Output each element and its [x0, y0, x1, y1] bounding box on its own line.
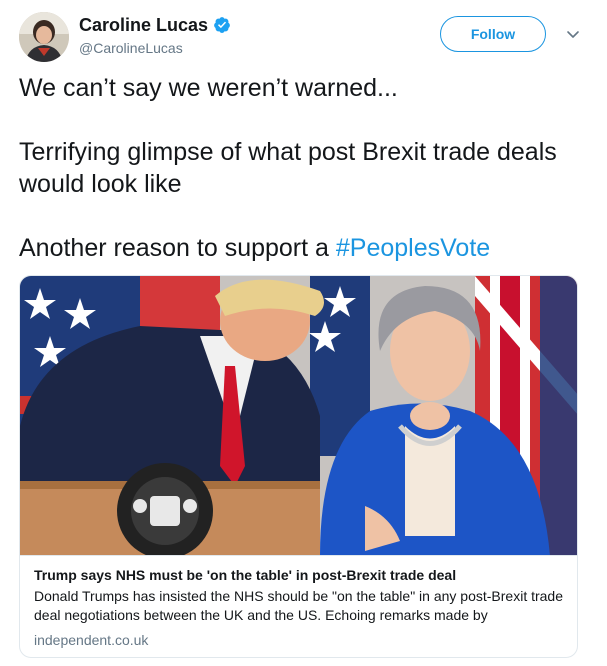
author-name[interactable]: Caroline Lucas	[79, 14, 208, 36]
tweet-header: Caroline Lucas @CarolineLucas Follow	[19, 12, 589, 62]
follow-button[interactable]: Follow	[440, 16, 546, 52]
chevron-down-icon[interactable]	[565, 26, 581, 42]
card-body: Trump says NHS must be 'on the table' in…	[20, 557, 577, 650]
author-handle[interactable]: @CarolineLucas	[79, 39, 231, 57]
tweet-text: We can’t say we weren’t warned... Terrif…	[19, 72, 589, 264]
tweet-text-segment: Another reason to support a	[19, 234, 336, 262]
card-description: Donald Trumps has insisted the NHS shoul…	[34, 588, 564, 623]
tweet-line: Terrifying glimpse of what post Brexit t…	[19, 138, 557, 198]
verified-badge-icon	[214, 17, 230, 33]
author-info: Caroline Lucas @CarolineLucas	[79, 14, 231, 57]
link-card[interactable]: Trump says NHS must be 'on the table' in…	[19, 275, 578, 658]
card-domain: independent.co.uk	[34, 632, 149, 648]
hashtag-link[interactable]: #PeoplesVote	[336, 234, 490, 262]
profile-photo-icon	[19, 12, 69, 62]
tweet-line: Another reason to support a #PeoplesVote	[19, 232, 589, 264]
card-image[interactable]	[20, 276, 577, 556]
tweet-line: We can’t say we weren’t warned...	[19, 74, 398, 102]
news-photo-icon	[20, 276, 577, 555]
avatar[interactable]	[19, 12, 69, 62]
card-title[interactable]: Trump says NHS must be 'on the table' in…	[34, 566, 565, 585]
